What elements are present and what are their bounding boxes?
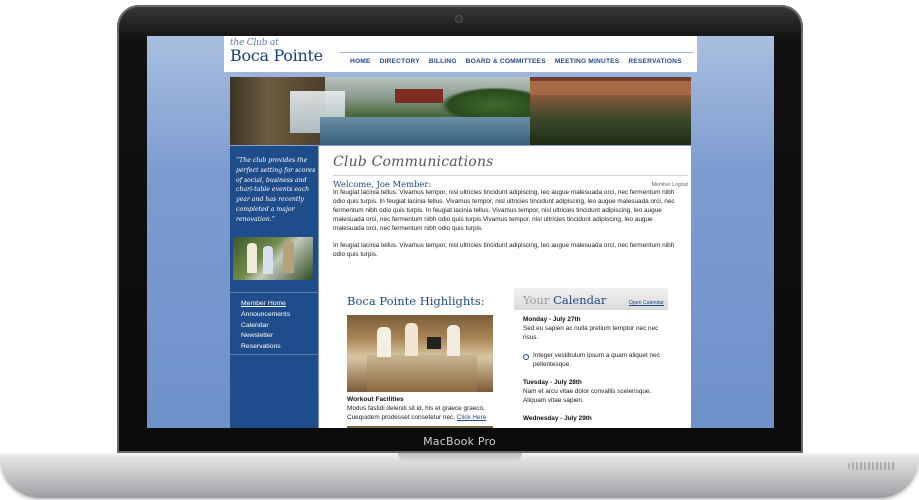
click-here-link[interactable]: Click Here (457, 414, 486, 421)
second-paragraph: In feugiat lacinia tellus. Vivamus tempo… (333, 242, 675, 258)
sidebar-item-member-home[interactable]: Member Home (241, 299, 290, 310)
banner-pool (320, 117, 560, 145)
sidebar-item-newsletter[interactable]: Newsletter (241, 331, 290, 342)
person-figure (283, 241, 294, 273)
banner-roof (395, 89, 443, 103)
banner-gazebo-roof (530, 81, 691, 95)
next-highlight-photo (347, 426, 493, 428)
nav-divider (340, 52, 693, 53)
sidebar-divider (230, 354, 318, 355)
nav-board-committees[interactable]: BOARD & COMMITTEES (466, 58, 546, 65)
nav-billing[interactable]: BILLING (429, 58, 457, 65)
website: the Club at Boca Pointe HOME DIRECTORY B… (224, 36, 697, 428)
calendar-title: Your Calendar (523, 293, 606, 307)
speaker-grille-icon (848, 462, 896, 470)
sidebar-photo (233, 237, 313, 280)
calendar-day: Tuesday - July 28th (523, 379, 582, 386)
calendar-day: Wednesday - July 29th (523, 415, 592, 422)
sidebar-divider (230, 292, 318, 293)
person-figure (405, 323, 418, 356)
nav-home[interactable]: HOME (350, 58, 371, 65)
calendar-day: Monday - July 27th (523, 316, 581, 323)
logout-link[interactable]: Member Logout (652, 182, 688, 188)
sidebar-item-reservations[interactable]: Reservations (241, 342, 290, 353)
laptop-lid-notch (398, 453, 522, 461)
page-title: Club Communications (333, 154, 494, 170)
device-label: MacBook Pro (423, 435, 496, 448)
sidebar: “The club provides the perfect setting f… (230, 146, 318, 428)
calendar-title-main: Calendar (553, 293, 607, 307)
title-divider (333, 175, 688, 176)
person-figure (247, 243, 257, 273)
sidebar-quote: “The club provides the perfect setting f… (236, 157, 316, 223)
highlights-photo (347, 315, 493, 392)
nav-reservations[interactable]: RESERVATIONS (628, 58, 681, 65)
person-figure (447, 325, 460, 356)
calendar-event[interactable]: Sed eu sapien ac nulla pretium temptor n… (523, 325, 667, 343)
bullet-icon (523, 354, 529, 360)
camera-icon (456, 16, 462, 22)
nav-directory[interactable]: DIRECTORY (380, 58, 420, 65)
calendar-widget: Your Calendar Open Calendar Monday - Jul… (514, 288, 668, 428)
monitor (427, 337, 441, 349)
sidebar-nav: Member Home Announcements Calendar Newsl… (241, 299, 290, 353)
intro-paragraph: In feugiat lacinia tellus. Vivamus tempo… (333, 189, 675, 232)
person-figure (263, 246, 273, 274)
banner-image (230, 77, 691, 145)
person-figure (377, 327, 391, 357)
calendar-event[interactable]: Nam et arcu vitae dolor convallis sceler… (523, 388, 667, 406)
highlight-caption: Modus fastidi deleniti sit id, his et gr… (347, 405, 497, 423)
laptop-screen: the Club at Boca Pointe HOME DIRECTORY B… (147, 36, 774, 428)
club-logo[interactable]: the Club at Boca Pointe (230, 39, 323, 64)
highlight-caption-title: Workout Facilities (347, 396, 404, 403)
nav-meeting-minutes[interactable]: MEETING MINUTES (555, 58, 620, 65)
sidebar-item-calendar[interactable]: Calendar (241, 321, 290, 332)
main-nav: HOME DIRECTORY BILLING BOARD & COMMITTEE… (350, 58, 691, 65)
calendar-header: Your Calendar Open Calendar (514, 288, 668, 310)
sidebar-item-announcements[interactable]: Announcements (241, 310, 290, 321)
highlights-title: Boca Pointe Highlights: (347, 294, 485, 308)
main-content: Club Communications Welcome, Joe Member:… (319, 146, 691, 428)
counter (367, 355, 477, 392)
site-header: the Club at Boca Pointe HOME DIRECTORY B… (224, 36, 697, 72)
logo-line2: Boca Pointe (230, 46, 323, 65)
calendar-event[interactable]: Integer vestibulum ipsum a quam aliquet … (533, 352, 667, 370)
open-calendar-link[interactable]: Open Calendar (629, 300, 664, 306)
welcome-heading: Welcome, Joe Member: (333, 179, 432, 189)
calendar-title-prefix: Your (523, 293, 550, 307)
